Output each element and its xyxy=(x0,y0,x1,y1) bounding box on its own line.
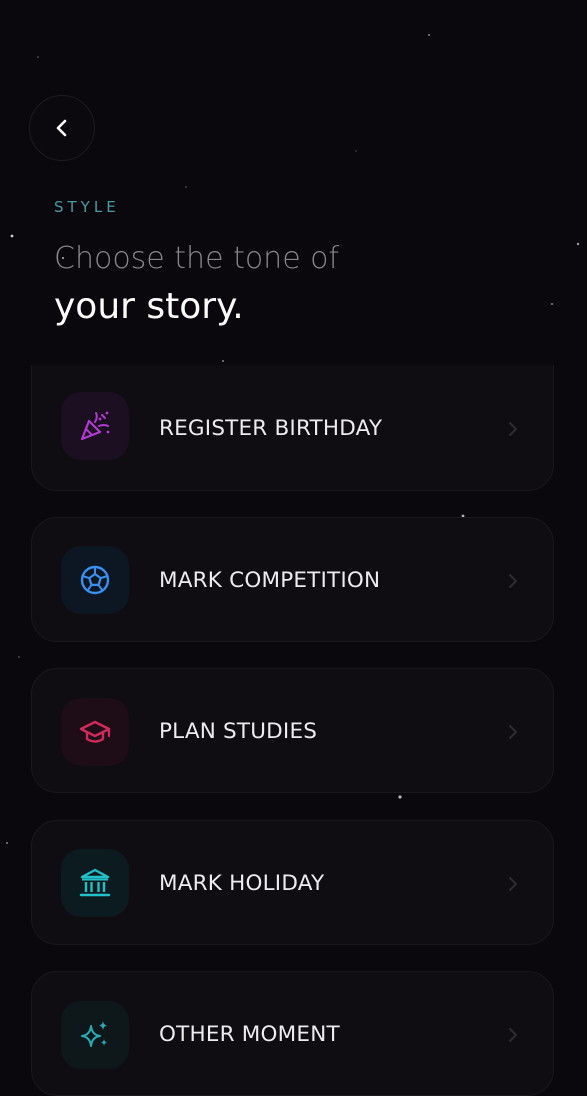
section-label: STYLE xyxy=(54,198,120,216)
option-plan-studies[interactable]: PLAN STUDIES xyxy=(31,668,554,793)
option-label: OTHER MOMENT xyxy=(159,1022,340,1047)
option-icon-box xyxy=(61,546,129,614)
option-icon-box xyxy=(61,849,129,917)
option-label: MARK COMPETITION xyxy=(159,568,381,593)
party-popper-icon xyxy=(80,411,110,441)
landmark-icon xyxy=(79,868,111,897)
option-mark-competition[interactable]: MARK COMPETITION xyxy=(31,517,554,642)
graduation-cap-icon xyxy=(79,720,111,743)
chevron-right-icon xyxy=(509,1028,517,1042)
option-label: PLAN STUDIES xyxy=(159,719,318,744)
chevron-right-icon xyxy=(509,422,517,436)
chevron-right-icon xyxy=(509,877,517,891)
option-icon-box xyxy=(61,698,129,766)
option-label: REGISTER BIRTHDAY xyxy=(159,416,383,441)
page-subtitle: Choose the tone of xyxy=(54,241,340,276)
chevron-left-icon xyxy=(56,119,67,137)
option-mark-holiday[interactable]: MARK HOLIDAY xyxy=(31,820,554,945)
option-icon-box xyxy=(61,392,129,460)
option-label: MARK HOLIDAY xyxy=(159,871,325,896)
soccer-ball-icon xyxy=(80,565,110,595)
chevron-right-icon xyxy=(509,574,517,588)
option-register-birthday[interactable]: REGISTER BIRTHDAY xyxy=(31,365,554,491)
option-other-moment[interactable]: OTHER MOMENT xyxy=(31,971,554,1096)
option-icon-box xyxy=(61,1001,129,1069)
sparkles-icon xyxy=(81,1021,107,1047)
page-title: your story. xyxy=(54,286,244,327)
back-button[interactable] xyxy=(29,95,95,161)
chevron-right-icon xyxy=(509,725,517,739)
